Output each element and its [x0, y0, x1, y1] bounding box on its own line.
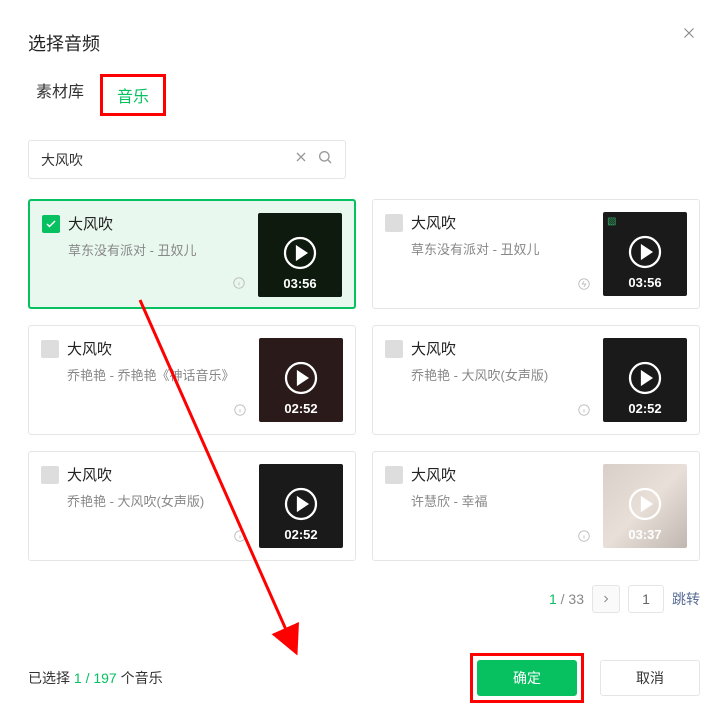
play-icon[interactable]	[282, 235, 318, 276]
result-title: 大风吹	[411, 338, 456, 359]
info-icon	[577, 529, 591, 548]
tab-music[interactable]: 音乐	[109, 79, 157, 111]
duration: 02:52	[259, 401, 343, 416]
info-icon	[577, 277, 591, 296]
broken-image-icon: ▧	[607, 216, 616, 227]
duration: 02:52	[259, 527, 343, 542]
result-subtitle: 草东没有派对 - 丑奴儿	[411, 239, 591, 258]
play-icon[interactable]	[283, 486, 319, 527]
duration: 03:56	[603, 275, 687, 290]
result-card[interactable]: 大风吹 乔艳艳 - 大风吹(女声版) 02:52	[372, 325, 700, 435]
selected-info: 已选择 1 / 197 个音乐	[28, 668, 454, 688]
play-icon[interactable]	[627, 360, 663, 401]
thumbnail[interactable]: 03:37	[603, 464, 687, 548]
page-input[interactable]	[628, 585, 664, 613]
result-title: 大风吹	[411, 212, 456, 233]
result-title: 大风吹	[67, 338, 112, 359]
clear-icon[interactable]	[293, 149, 309, 170]
cancel-button[interactable]: 取消	[600, 660, 700, 696]
search-icon[interactable]	[317, 149, 333, 170]
result-subtitle: 乔艳艳 - 大风吹(女声版)	[67, 491, 247, 510]
checkbox-icon[interactable]	[385, 466, 403, 484]
result-subtitle: 乔艳艳 - 大风吹(女声版)	[411, 365, 591, 384]
thumbnail[interactable]: 02:52	[259, 464, 343, 548]
result-card[interactable]: 大风吹 乔艳艳 - 乔艳艳《神话音乐》 02:52	[28, 325, 356, 435]
info-icon	[233, 529, 247, 548]
checkbox-icon[interactable]	[42, 215, 60, 233]
checkbox-icon[interactable]	[385, 340, 403, 358]
checkbox-icon[interactable]	[41, 340, 59, 358]
duration: 02:52	[603, 401, 687, 416]
thumbnail[interactable]: 03:56	[258, 213, 342, 297]
next-page-button[interactable]	[592, 585, 620, 613]
confirm-button[interactable]: 确定	[477, 660, 577, 696]
thumbnail[interactable]: 02:52	[603, 338, 687, 422]
result-title: 大风吹	[68, 213, 113, 234]
info-icon	[232, 276, 246, 295]
search-input[interactable]	[41, 152, 285, 168]
duration: 03:56	[258, 276, 342, 291]
jump-link[interactable]: 跳转	[672, 589, 700, 609]
checkbox-icon[interactable]	[41, 466, 59, 484]
close-icon[interactable]	[680, 24, 698, 47]
result-subtitle: 乔艳艳 - 乔艳艳《神话音乐》	[67, 365, 247, 384]
duration: 03:37	[603, 527, 687, 542]
thumbnail[interactable]: 02:52	[259, 338, 343, 422]
checkbox-icon[interactable]	[385, 214, 403, 232]
result-subtitle: 草东没有派对 - 丑奴儿	[68, 240, 246, 259]
tabs: 素材库 音乐	[28, 74, 700, 116]
info-icon	[577, 403, 591, 422]
footer: 已选择 1 / 197 个音乐 确定 取消	[28, 653, 700, 703]
result-card[interactable]: 大风吹 草东没有派对 - 丑奴儿 ▧ 03:56	[372, 199, 700, 309]
play-icon[interactable]	[283, 360, 319, 401]
result-title: 大风吹	[67, 464, 112, 485]
result-title: 大风吹	[411, 464, 456, 485]
result-card[interactable]: 大风吹 许慧欣 - 幸福 03:37	[372, 451, 700, 561]
play-icon[interactable]	[627, 234, 663, 275]
result-subtitle: 许慧欣 - 幸福	[411, 491, 591, 510]
tab-library[interactable]: 素材库	[28, 74, 92, 116]
page-info: 1 / 33	[549, 591, 584, 607]
result-card[interactable]: 大风吹 乔艳艳 - 大风吹(女声版) 02:52	[28, 451, 356, 561]
info-icon	[233, 403, 247, 422]
result-card[interactable]: 大风吹 草东没有派对 - 丑奴儿 03:56	[28, 199, 356, 309]
thumbnail[interactable]: ▧ 03:56	[603, 212, 687, 296]
play-icon[interactable]	[627, 486, 663, 527]
pagination: 1 / 33 跳转	[28, 585, 700, 613]
results-grid: 大风吹 草东没有派对 - 丑奴儿 03:56 大风吹 草东没有派对 - 丑奴儿 …	[28, 199, 700, 561]
search-box[interactable]	[28, 140, 346, 179]
page-title: 选择音频	[28, 30, 700, 56]
